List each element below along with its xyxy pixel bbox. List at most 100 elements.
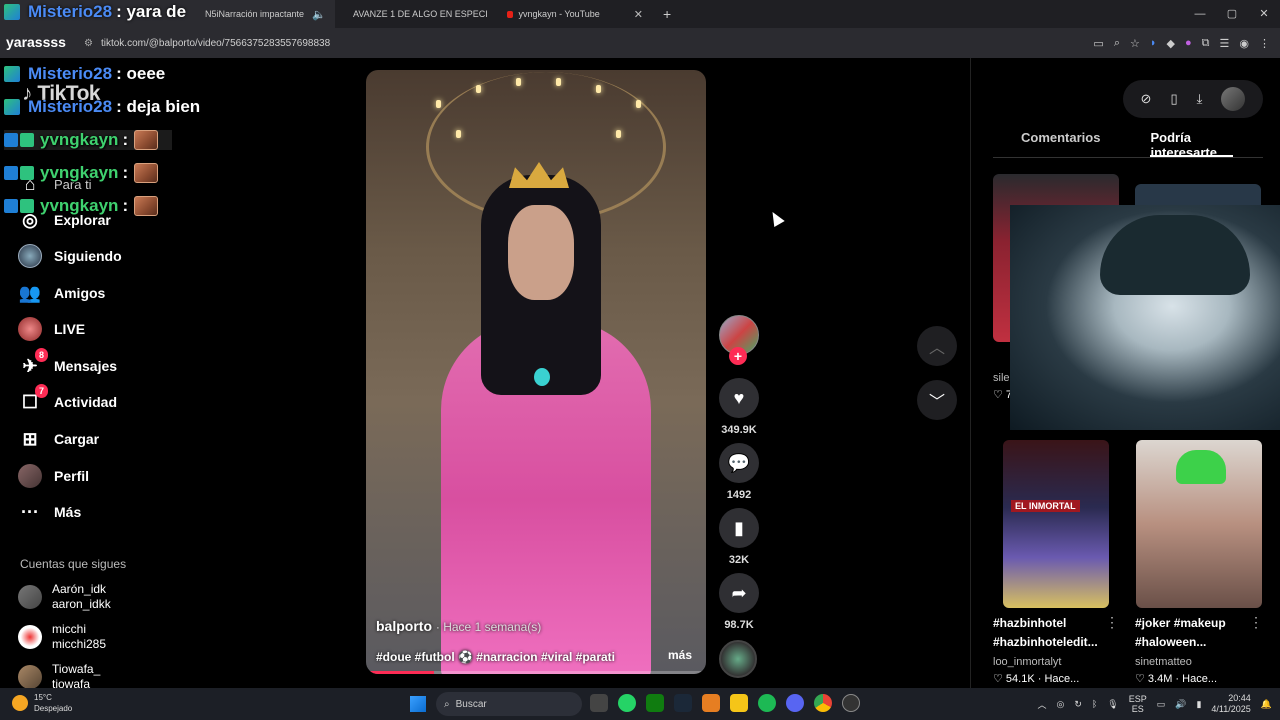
volume-icon[interactable]: 🔊: [1175, 699, 1186, 710]
mic-icon[interactable]: 🎙: [1107, 699, 1118, 710]
chrome-icon[interactable]: [814, 694, 832, 712]
chat-message: :: [122, 196, 129, 215]
chat-message: :: [122, 130, 129, 149]
spotify-icon[interactable]: [758, 694, 776, 712]
zoom-icon[interactable]: ⌕: [1114, 37, 1120, 50]
follow-plus-icon[interactable]: +: [729, 347, 747, 365]
windows-start-icon[interactable]: [410, 696, 426, 712]
extension-icon[interactable]: ●: [1185, 37, 1192, 49]
chevron-up-icon: ︿: [928, 340, 945, 357]
card-user[interactable]: sinetmatteo: [1135, 656, 1192, 668]
language-indicator[interactable]: ESP ES: [1129, 694, 1147, 714]
file-explorer-icon[interactable]: [730, 694, 748, 712]
discord-icon[interactable]: [786, 694, 804, 712]
extensions-puzzle-icon[interactable]: ⧉: [1202, 37, 1210, 50]
sync-icon[interactable]: ↻: [1074, 699, 1082, 710]
save-button[interactable]: ▮: [719, 508, 759, 548]
chat-emote: [134, 196, 159, 216]
steam-icon[interactable]: [674, 694, 692, 712]
nav-friends[interactable]: 👥 Amigos: [18, 281, 106, 305]
heart-icon: ♥: [733, 387, 745, 408]
music-disc-icon[interactable]: [719, 640, 757, 678]
compass-icon[interactable]: ⊘: [1141, 91, 1152, 107]
user-avatar[interactable]: [1221, 87, 1246, 111]
nav-live[interactable]: LIVE: [18, 317, 85, 341]
tab-label: AVANZE 1 DE ALGO EN ESPECI: [353, 9, 488, 19]
mute-icon[interactable]: 🔈: [312, 8, 326, 21]
tray-app-icon[interactable]: ◎: [1056, 699, 1064, 710]
video-card-thumbnail[interactable]: [1136, 440, 1262, 608]
close-window-button[interactable]: ✕: [1248, 0, 1280, 28]
nav-messages[interactable]: ✈ 8 Mensajes: [18, 348, 117, 378]
tab-youtube[interactable]: yvngkayn - YouTube ✕: [495, 0, 653, 28]
tab-avanze[interactable]: AVANZE 1 DE ALGO EN ESPECI ✕: [335, 0, 495, 28]
phone-icon[interactable]: ▯: [1170, 91, 1177, 107]
download-icon[interactable]: ⤓: [1197, 91, 1203, 107]
clock[interactable]: 20:44 4/11/2025: [1211, 693, 1250, 715]
obs-icon[interactable]: [842, 694, 860, 712]
chat-message: : oeee: [116, 64, 166, 83]
menu-kebab-icon[interactable]: ⋮: [1259, 37, 1270, 50]
card-user[interactable]: sile: [993, 372, 1010, 384]
battery-icon[interactable]: ▮: [1196, 699, 1201, 710]
like-button[interactable]: ♥: [719, 378, 759, 418]
following-section-title: Cuentas que sigues: [20, 557, 127, 571]
card-options-icon[interactable]: ⋮: [1105, 614, 1119, 631]
previous-video-button[interactable]: ︿: [917, 326, 957, 366]
nav-profile[interactable]: Perfil: [18, 464, 89, 488]
xbox-icon[interactable]: [646, 694, 664, 712]
bookmark-star-icon[interactable]: ☆: [1130, 37, 1140, 50]
close-icon[interactable]: ✕: [634, 8, 643, 21]
nav-label: Siguiendo: [54, 248, 122, 264]
card-title[interactable]: #joker #makeup #haloween...: [1135, 614, 1255, 652]
tray-chevron-icon[interactable]: ︿: [1037, 698, 1046, 711]
following-account[interactable]: micchi micchi285: [18, 622, 106, 652]
video-more-link[interactable]: más: [668, 648, 692, 662]
extension-icon[interactable]: ◗: [1150, 37, 1157, 49]
network-icon[interactable]: ▭: [1157, 699, 1166, 710]
reading-list-icon[interactable]: ☰: [1220, 37, 1230, 50]
tab-recommended[interactable]: Podría interesarte: [1150, 128, 1233, 160]
live-icon: [18, 317, 42, 341]
extension-icon[interactable]: ◆: [1167, 37, 1175, 50]
notifications-icon[interactable]: 🔔: [1261, 699, 1272, 710]
chat-line: yvngkayn :: [4, 196, 159, 216]
weather-temp: 15°C: [34, 693, 52, 702]
video-hashtags[interactable]: #doue #futbol ⚽ #narracion #viral #parat…: [376, 650, 615, 664]
video-progress-bar[interactable]: [366, 671, 706, 674]
site-info-icon[interactable]: ⚙: [84, 38, 93, 49]
minimize-button[interactable]: —: [1184, 0, 1216, 28]
card-title[interactable]: #hazbinhotel #hazbinhoteledit...: [993, 614, 1113, 652]
nav-more[interactable]: ··· Más: [18, 500, 81, 524]
clock-time: 20:44: [1228, 693, 1251, 703]
app-icon[interactable]: [702, 694, 720, 712]
window-controls: — ▢ ✕: [1184, 0, 1280, 28]
video-card-thumbnail[interactable]: EL INMORTAL: [1003, 440, 1109, 608]
upload-icon: ⊞: [22, 428, 38, 449]
youtube-icon: [507, 10, 513, 18]
share-button[interactable]: ➦: [719, 573, 759, 613]
video-author[interactable]: balporto: [376, 618, 432, 634]
weather-widget[interactable]: 15°C Despejado: [12, 692, 72, 714]
comment-button[interactable]: 💬: [719, 443, 759, 483]
tab-label: yvngkayn - YouTube: [518, 9, 600, 19]
card-options-icon[interactable]: ⋮: [1249, 614, 1263, 631]
whatsapp-icon[interactable]: [618, 694, 636, 712]
taskbar-search[interactable]: ⌕ Buscar: [436, 692, 582, 716]
maximize-button[interactable]: ▢: [1216, 0, 1248, 28]
next-video-button[interactable]: ﹀: [917, 380, 957, 420]
tab-comments[interactable]: Comentarios: [993, 128, 1100, 157]
profile-icon[interactable]: ◉: [1239, 37, 1249, 50]
following-icon: [18, 244, 42, 268]
nav-upload[interactable]: ⊞ Cargar: [18, 427, 99, 451]
card-user[interactable]: loo_inmortalyt: [993, 656, 1061, 668]
bluetooth-icon[interactable]: ᛒ: [1092, 699, 1097, 709]
following-account[interactable]: Aarón_idk aaron_idkk: [18, 582, 111, 612]
new-tab-button[interactable]: +: [653, 6, 681, 22]
url-field[interactable]: ⚙ tiktok.com/@balporto/video/75663752835…: [84, 38, 330, 49]
task-view-icon[interactable]: [590, 694, 608, 712]
nav-following[interactable]: Siguiendo: [18, 244, 122, 268]
video-player[interactable]: balporto · Hace 1 semana(s) #doue #futbo…: [366, 70, 706, 674]
cast-icon[interactable]: ▭: [1093, 37, 1103, 50]
nav-activity[interactable]: ☐ 7 Actividad: [18, 384, 117, 414]
